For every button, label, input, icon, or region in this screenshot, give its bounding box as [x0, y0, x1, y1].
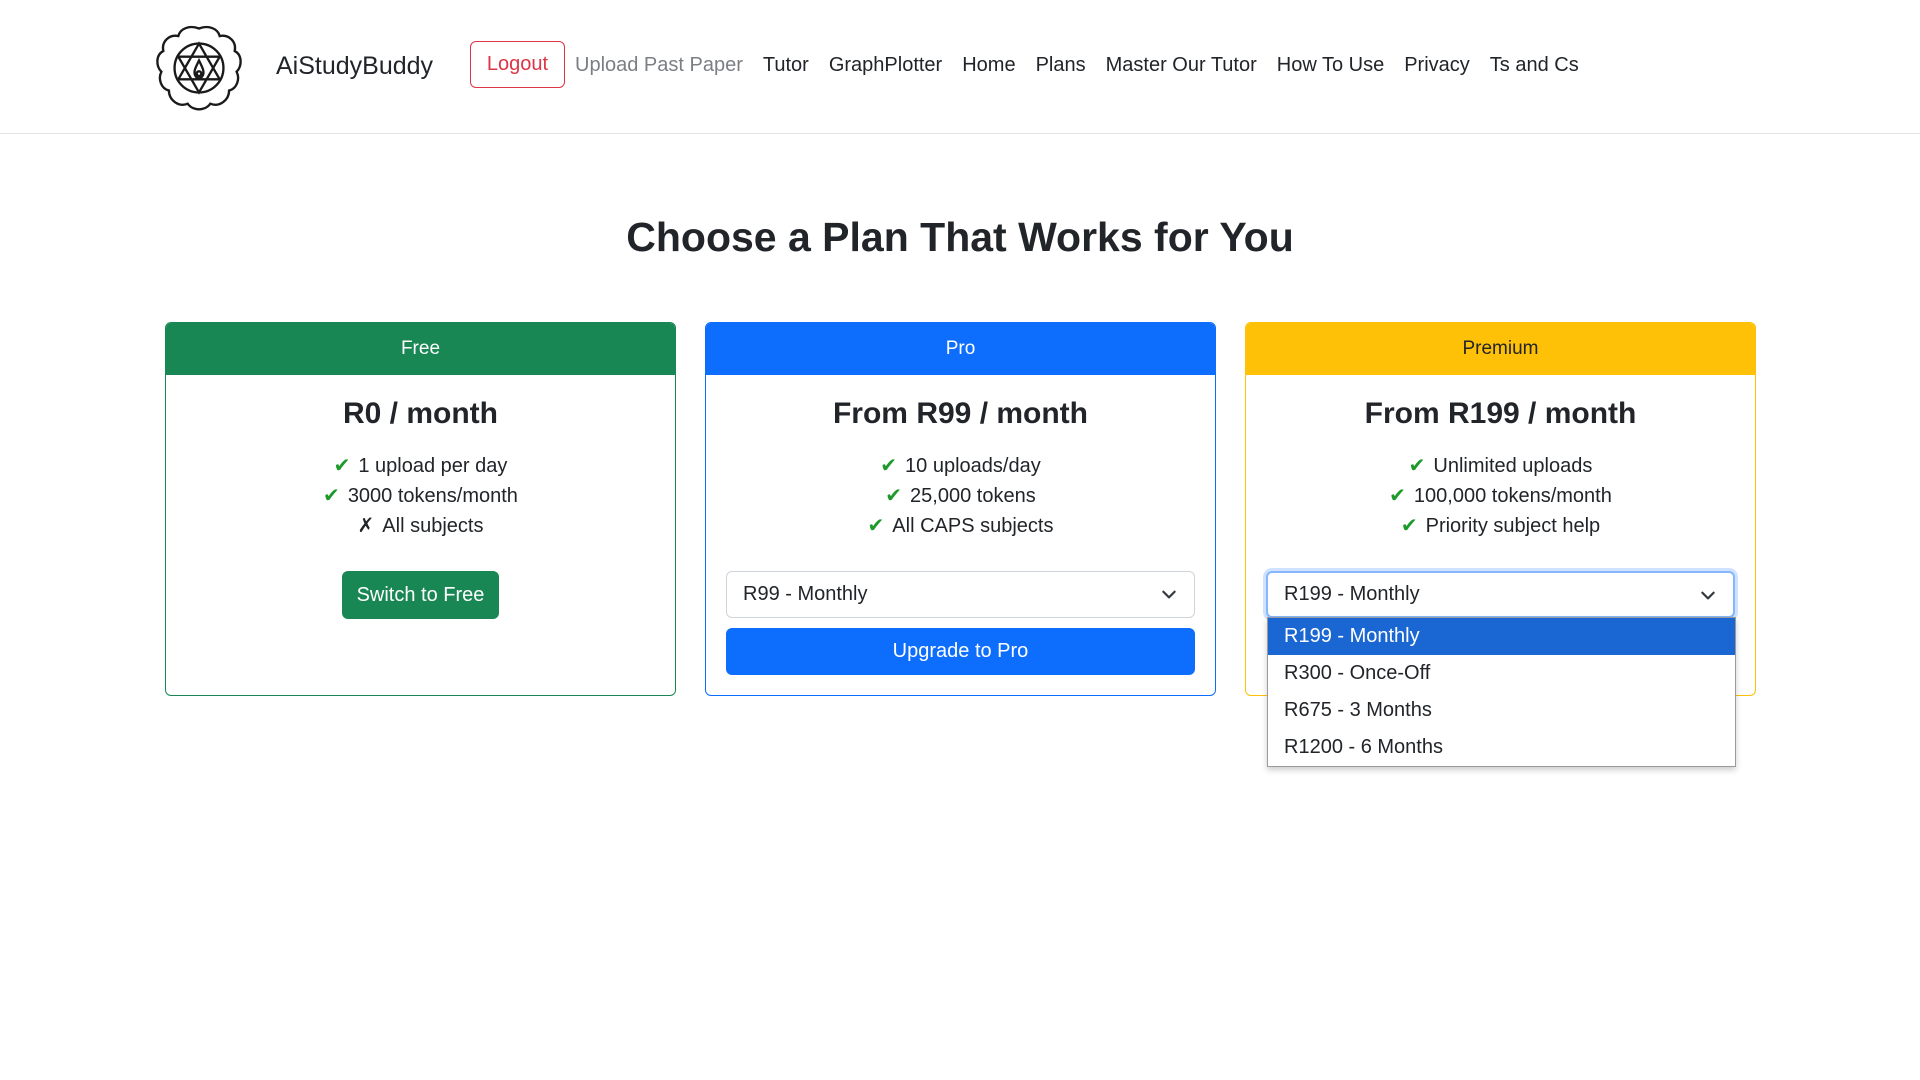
plan-card-free: Free R0 / month ✔ 1 upload per day ✔ 3000 … — [165, 322, 676, 696]
check-icon: ✔ — [1389, 485, 1406, 507]
feature-text: 25,000 tokens — [910, 485, 1036, 507]
feature-item: ✔ All CAPS subjects — [706, 511, 1215, 541]
plan-card-pro: Pro From R99 / month ✔ 10 uploads/day ✔ 25… — [705, 322, 1216, 696]
feature-item: ✔ 3000 tokens/month — [166, 481, 675, 511]
feature-item: ✔ 10 uploads/day — [706, 451, 1215, 481]
premium-billing-select[interactable]: R199 - Monthly — [1266, 571, 1735, 618]
cross-icon: ✗ — [357, 515, 375, 537]
feature-text: 100,000 tokens/month — [1413, 485, 1612, 507]
nav-link-graphplotter[interactable]: GraphPlotter — [829, 54, 942, 77]
feature-text: 1 upload per day — [358, 455, 508, 477]
plan-header-free: Free — [166, 323, 675, 375]
feature-item: ✔ 25,000 tokens — [706, 481, 1215, 511]
check-icon: ✔ — [333, 455, 351, 477]
option-r199-monthly[interactable]: R199 - Monthly — [1268, 618, 1735, 655]
nav-link-how-to-use[interactable]: How To Use — [1277, 54, 1384, 77]
premium-billing-options: R199 - Monthly R300 - Once-Off R675 - 3 … — [1267, 617, 1736, 767]
check-icon: ✔ — [885, 485, 903, 507]
nav-link-plans[interactable]: Plans — [1036, 54, 1086, 77]
nav-links: Upload Past Paper Tutor GraphPlotter Hom… — [575, 54, 1599, 77]
plan-features-pro: ✔ 10 uploads/day ✔ 25,000 tokens ✔ All CAPS… — [706, 451, 1215, 541]
feature-item: ✔ Priority subject help — [1246, 511, 1755, 541]
plan-price-free: R0 / month — [343, 397, 498, 430]
check-icon: ✔ — [1400, 515, 1418, 537]
page-title: Choose a Plan That Works for You — [626, 214, 1294, 260]
chevron-down-icon — [1701, 591, 1715, 600]
nav-link-home[interactable]: Home — [962, 54, 1015, 77]
plan-price-pro: From R99 / month — [832, 397, 1088, 430]
nav-link-privacy[interactable]: Privacy — [1404, 54, 1470, 77]
check-icon: ✔ — [1408, 455, 1426, 477]
nav-link-tutor[interactable]: Tutor — [763, 54, 809, 77]
pro-billing-select[interactable]: R99 - Monthly — [726, 571, 1195, 618]
feature-item: ✔ 100,000 tokens/month — [1246, 481, 1755, 511]
feature-text: Priority subject help — [1425, 515, 1601, 537]
brand-name[interactable]: AiStudyBuddy — [276, 52, 433, 81]
option-r675-3-months[interactable]: R675 - 3 Months — [1268, 692, 1735, 729]
logout-button[interactable]: Logout — [470, 41, 565, 88]
option-r300-once-off[interactable]: R300 - Once-Off — [1268, 655, 1735, 692]
feature-text: All CAPS subjects — [892, 515, 1054, 537]
feature-item: ✔ 1 upload per day — [166, 451, 675, 481]
feature-text: 3000 tokens/month — [347, 485, 518, 507]
feature-item: ✔ Unlimited uploads — [1246, 451, 1755, 481]
feature-item: ✗ All subjects — [166, 511, 675, 541]
check-icon: ✔ — [867, 515, 885, 537]
upgrade-to-pro-button[interactable]: Upgrade to Pro — [726, 628, 1195, 675]
check-icon: ✔ — [323, 485, 340, 507]
feature-text: All subjects — [382, 515, 484, 537]
brain-logo-icon[interactable] — [152, 21, 246, 115]
plan-features-premium: ✔ Unlimited uploads ✔ 100,000 tokens/month… — [1246, 451, 1755, 541]
nav-link-ts-and-cs[interactable]: Ts and Cs — [1490, 54, 1579, 77]
option-r1200-6-months[interactable]: R1200 - 6 Months — [1268, 729, 1735, 766]
nav-link-master-our-tutor[interactable]: Master Our Tutor — [1106, 54, 1257, 77]
navbar: AiStudyBuddy Logout Upload Past Paper Tu… — [0, 0, 1920, 134]
plan-header-pro: Pro — [706, 323, 1215, 375]
check-icon: ✔ — [880, 455, 898, 477]
plan-header-premium: Premium — [1246, 323, 1755, 375]
select-value: R99 - Monthly — [743, 583, 868, 605]
select-value: R199 - Monthly — [1284, 583, 1420, 605]
chevron-down-icon — [1162, 590, 1176, 599]
switch-to-free-button[interactable]: Switch to Free — [342, 571, 499, 619]
feature-text: 10 uploads/day — [905, 455, 1041, 477]
feature-text: Unlimited uploads — [1433, 455, 1593, 477]
plan-features-free: ✔ 1 upload per day ✔ 3000 tokens/month ✗ Al… — [166, 451, 675, 541]
plan-price-premium: From R199 / month — [1364, 397, 1637, 430]
nav-link-upload-past-paper[interactable]: Upload Past Paper — [575, 54, 743, 77]
